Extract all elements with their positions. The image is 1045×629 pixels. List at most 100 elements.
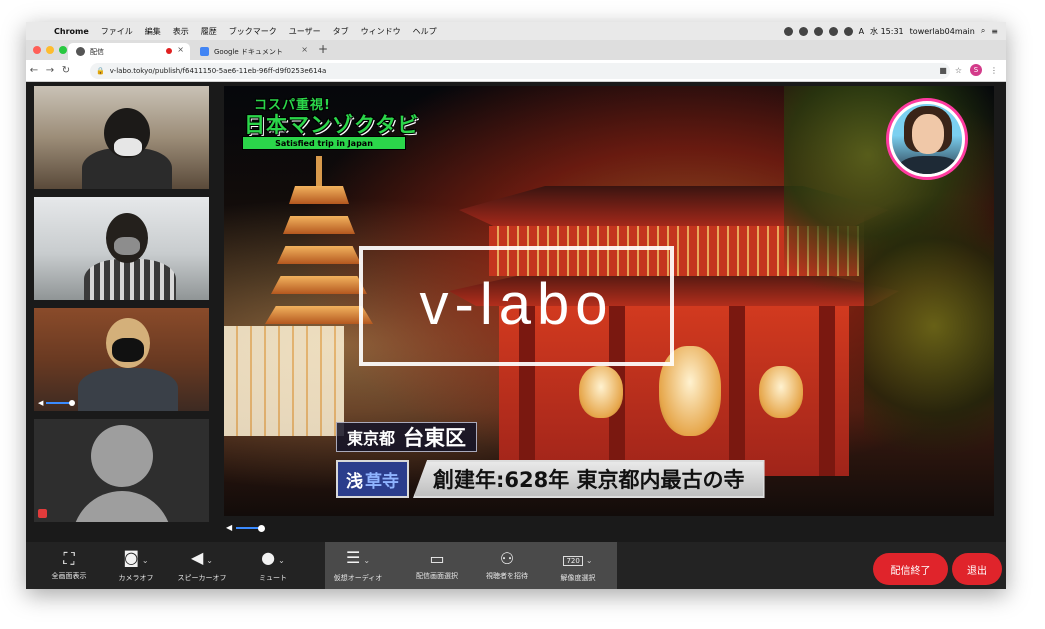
close-tab-icon[interactable]: × [301, 45, 308, 54]
control-bar: ⛶ 全画面表示 ◙ ⌄ カメラオフ ◀ ⌄ スピーカーオフ ● ⌄ ミュート ☰ ⌄ 仮… [26, 542, 1006, 589]
participant-volume-slider[interactable]: ◀ [38, 399, 76, 407]
close-window-button[interactable] [33, 46, 41, 54]
menu-history[interactable]: 履歴 [195, 26, 223, 37]
speaker-icon: ◀ ⌄ [190, 547, 213, 567]
participant-video-3[interactable]: ◀ [34, 308, 209, 411]
tab-title: Google ドキュメント [214, 47, 283, 56]
back-button[interactable]: ← [26, 65, 42, 76]
pagoda-image [271, 276, 367, 294]
browser-window: Chrome ファイル 編集 表示 履歴 ブックマーク ユーザー タブ ウィンド… [26, 22, 1006, 589]
control-label: スピーカーオフ [177, 573, 227, 582]
profile-avatar[interactable]: S [970, 64, 982, 76]
menubar-user[interactable]: towerlab04main [910, 27, 975, 36]
minimize-window-button[interactable] [46, 46, 54, 54]
menubar-clock[interactable]: 水 15:31 [870, 26, 904, 37]
speaker-off-button[interactable]: ◀ ⌄ スピーカーオフ [170, 542, 234, 589]
url-text[interactable]: v-labo.tokyo/publish/f6411150-5ae6-11eb-… [110, 67, 327, 75]
speaker-icon: ◀ [38, 399, 44, 407]
chevron-down-icon[interactable]: ⌄ [206, 556, 213, 565]
lock-icon[interactable]: 🔒 [96, 67, 105, 75]
mute-button[interactable]: ● ⌄ ミュート [250, 542, 296, 589]
maximize-window-button[interactable] [59, 46, 67, 54]
status-app-icon[interactable] [783, 26, 793, 36]
participant-status-icon [38, 509, 47, 518]
menu-user[interactable]: ユーザー [283, 26, 327, 37]
host-pip-video[interactable] [886, 98, 968, 180]
bookmark-star-icon[interactable]: ☆ [955, 66, 962, 75]
tab-strip: 配信 × Google ドキュメント × + [26, 40, 1006, 60]
stage-volume-slider[interactable]: ◀ [226, 523, 266, 532]
avatar-placeholder-icon [72, 491, 172, 522]
fullscreen-button[interactable]: ⛶ 全画面表示 [44, 542, 94, 589]
control-label: 配信画面選択 [416, 572, 458, 580]
menu-bookmarks[interactable]: ブックマーク [223, 26, 283, 37]
reload-button[interactable]: ↻ [58, 65, 74, 76]
control-label: カメラオフ [118, 573, 154, 582]
participant-video-1[interactable] [34, 86, 209, 189]
resolution-button[interactable]: 720 ⌄ 解像度選択 [548, 542, 608, 589]
control-label: 解像度選択 [560, 573, 596, 582]
mic-icon: ● ⌄ [261, 547, 285, 567]
wifi-icon[interactable] [828, 26, 838, 36]
broadcast-page: ◀ コスパ重視! 日本マンゾクタビ Satisfied trip in Japa… [26, 82, 1006, 542]
close-tab-icon[interactable]: × [177, 45, 184, 54]
participant-video-2[interactable] [34, 197, 209, 300]
new-tab-button[interactable]: + [318, 42, 328, 56]
fullscreen-icon: ⛶ [63, 549, 75, 568]
control-label: 視聴者を招待 [486, 572, 528, 580]
more-menu-icon[interactable]: ⋮ [990, 66, 998, 75]
temple-gate-image [579, 366, 623, 418]
menu-app-name[interactable]: Chrome [48, 27, 95, 36]
show-logo: コスパ重視! 日本マンゾクタビ Satisfied trip in Japan [242, 94, 418, 152]
menu-tab[interactable]: タブ [327, 26, 355, 37]
input-source-indicator[interactable]: A [859, 27, 864, 36]
chevron-down-icon[interactable]: ⌄ [142, 556, 149, 565]
camera-icon: ◙ ⌄ [123, 547, 149, 567]
host-figure [912, 114, 944, 154]
host-figure [898, 156, 960, 174]
tab-google-docs[interactable]: Google ドキュメント × [192, 43, 314, 60]
browser-toolbar: ← → ↻ 🔒 v-labo.tokyo/publish/f6411150-5a… [26, 60, 1006, 82]
menu-help[interactable]: ヘルプ [407, 26, 443, 37]
volume-knob[interactable] [258, 524, 266, 532]
select-screen-button[interactable]: ▭ 配信画面選択 [406, 542, 468, 589]
screens-icon: ▭ [429, 549, 445, 568]
volume-track[interactable] [46, 400, 76, 406]
temple-gate-image [819, 306, 835, 476]
chevron-down-icon[interactable]: ⌄ [363, 556, 370, 565]
location-caption: 東京都 台東区 [336, 422, 478, 452]
end-stream-button[interactable]: 配信終了 [873, 553, 948, 585]
camera-in-use-icon[interactable]: ■ [939, 66, 947, 75]
search-icon[interactable]: ⌕ [981, 26, 985, 36]
menu-view[interactable]: 表示 [167, 26, 195, 37]
invite-viewers-button[interactable]: ⚇ 視聴者を招待 [476, 542, 538, 589]
pagoda-image [265, 306, 373, 324]
chevron-down-icon[interactable]: ⌄ [278, 556, 285, 565]
menu-list-icon[interactable]: ≡ [991, 27, 998, 36]
mac-menubar: Chrome ファイル 編集 表示 履歴 ブックマーク ユーザー タブ ウィンド… [26, 22, 1006, 40]
camera-off-button[interactable]: ◙ ⌄ カメラオフ [106, 542, 166, 589]
status-app-icon[interactable] [813, 26, 823, 36]
main-broadcast-video[interactable]: コスパ重視! 日本マンゾクタビ Satisfied trip in Japan … [224, 86, 994, 516]
menu-file[interactable]: ファイル [95, 26, 139, 37]
volume-track[interactable] [236, 524, 266, 532]
chevron-down-icon[interactable]: ⌄ [586, 556, 593, 565]
volume-knob[interactable] [69, 400, 76, 406]
google-docs-icon [200, 47, 209, 56]
toolbar-actions: ■ ☆ S ⋮ [939, 64, 998, 76]
leave-button[interactable]: 退出 [952, 553, 1002, 585]
menu-window[interactable]: ウィンドウ [355, 26, 407, 37]
logo-subtitle: Satisfied trip in Japan [242, 136, 406, 150]
status-app-icon[interactable] [798, 26, 808, 36]
address-bar[interactable]: 🔒 v-labo.tokyo/publish/f6411150-5ae6-11e… [90, 63, 950, 79]
pagoda-image [289, 186, 349, 204]
menu-edit[interactable]: 編集 [139, 26, 167, 37]
control-label: ミュート [259, 573, 287, 582]
participant-video-4[interactable] [34, 419, 209, 522]
volume-icon[interactable] [843, 26, 853, 36]
forward-button[interactable]: → [42, 65, 58, 76]
tab-broadcast[interactable]: 配信 × [68, 43, 190, 60]
virtual-audio-button[interactable]: ☰ ⌄ 仮想オーディオ [328, 542, 388, 589]
trees-image [864, 166, 994, 486]
invite-people-icon: ⚇ [499, 549, 515, 568]
